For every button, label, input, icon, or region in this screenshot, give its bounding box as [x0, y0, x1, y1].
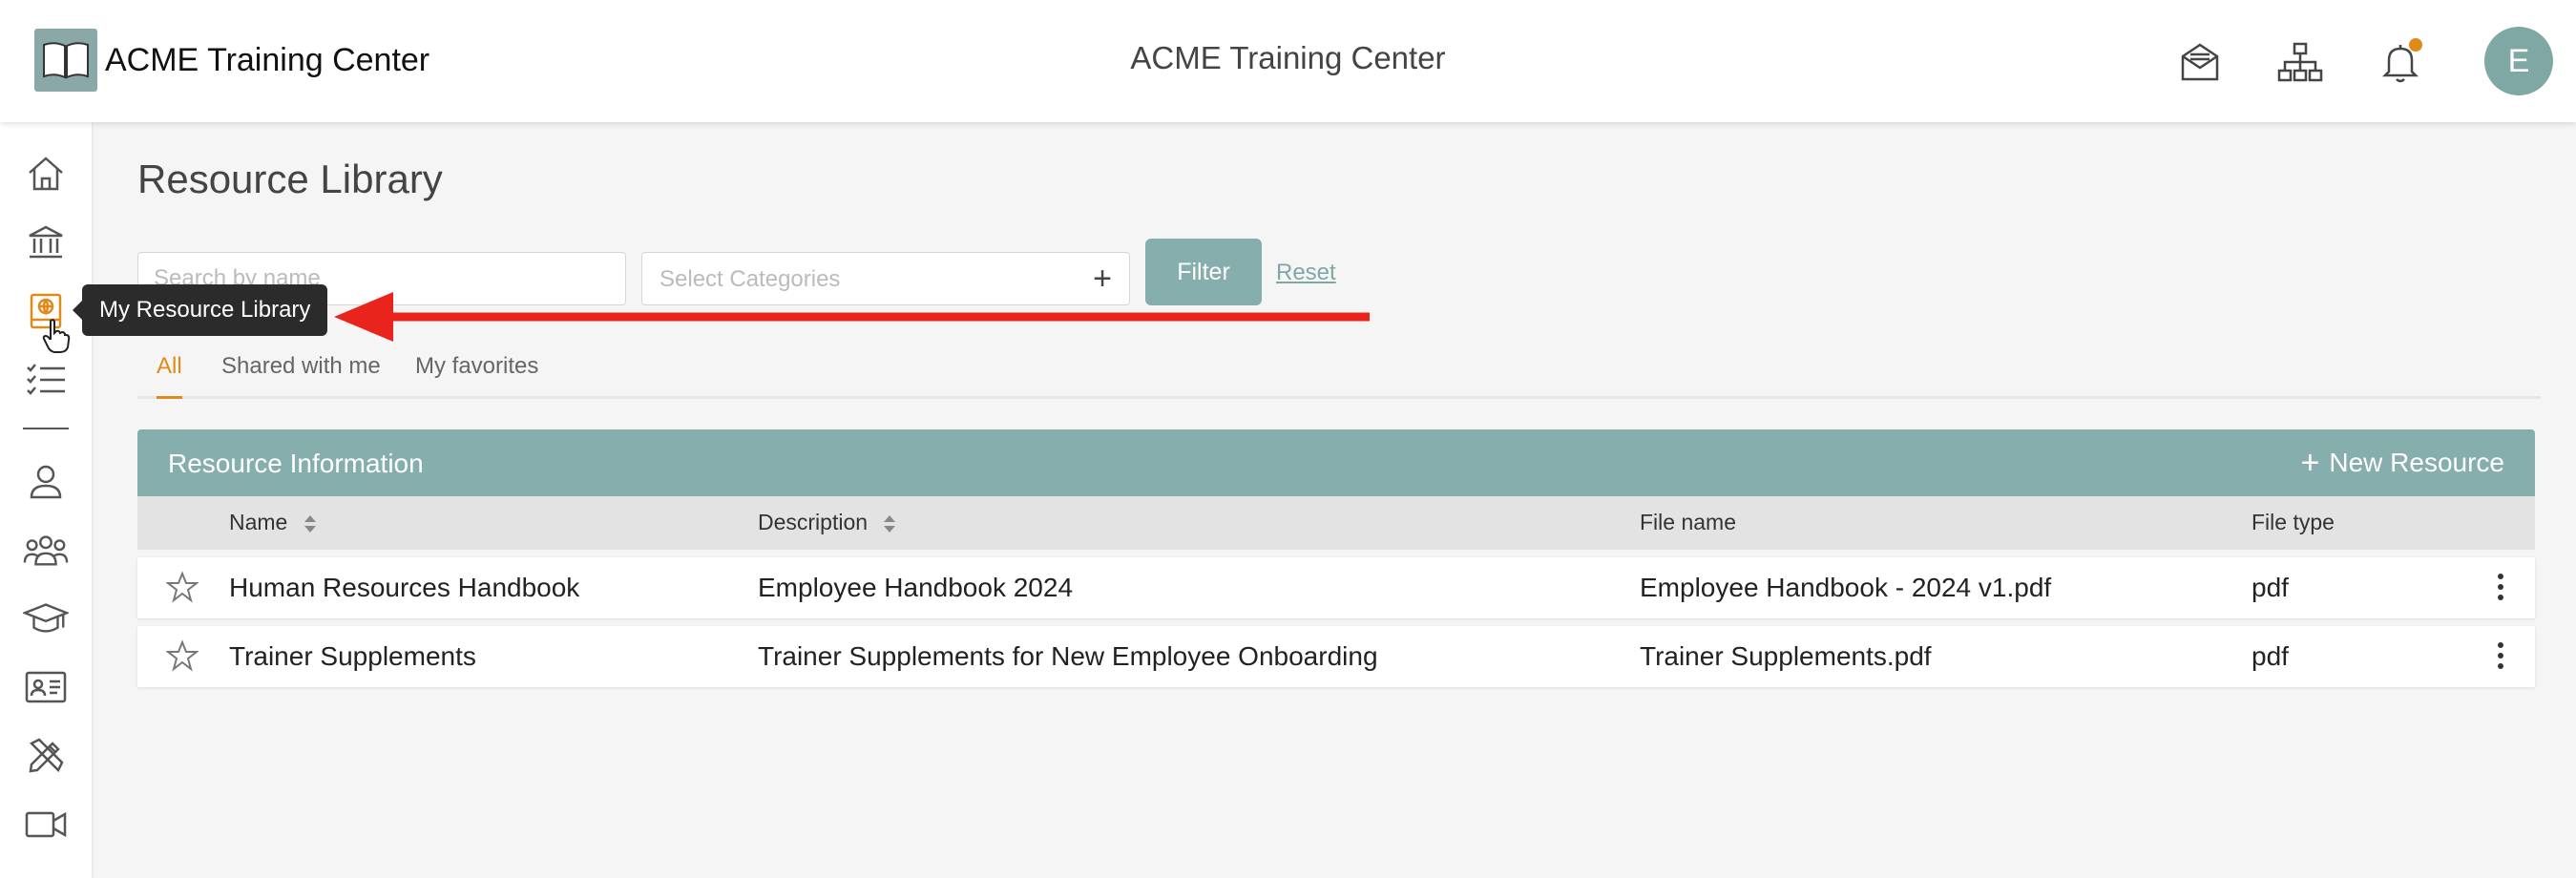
row-name: Trainer Supplements [229, 641, 476, 671]
row-description: Trainer Supplements for New Employee Onb… [758, 641, 1378, 671]
more-options-icon[interactable] [2495, 571, 2506, 603]
row-file-name: Trainer Supplements.pdf [1640, 641, 1932, 671]
row-file-name: Employee Handbook - 2024 v1.pdf [1640, 573, 2052, 602]
table-header: Resource Information + New Resource [137, 429, 2535, 496]
home-icon[interactable] [23, 151, 69, 197]
sidebar-divider [23, 428, 69, 429]
row-name: Human Resources Handbook [229, 573, 580, 602]
table-row[interactable]: Human Resources Handbook Employee Handbo… [137, 557, 2535, 618]
column-headers: Name Description File name File type [137, 496, 2535, 550]
graduation-cap-icon[interactable] [23, 596, 69, 641]
sidebar-tooltip: My Resource Library [72, 284, 328, 336]
star-icon[interactable] [166, 639, 199, 672]
column-file-type: File type [2251, 510, 2335, 534]
top-header: ACME Training Center ACME Training Cente… [0, 0, 2576, 122]
table-title: Resource Information [168, 449, 424, 478]
tab-all[interactable]: All [157, 353, 182, 399]
new-resource-label: New Resource [2329, 448, 2504, 477]
design-tools-icon[interactable] [23, 733, 69, 779]
tab-my-favorites[interactable]: My favorites [415, 353, 538, 399]
institution-icon[interactable] [23, 220, 69, 265]
column-file-name: File name [1640, 510, 1736, 534]
sort-icon [304, 514, 316, 533]
table-row[interactable]: Trainer Supplements Trainer Supplements … [137, 626, 2535, 687]
sort-icon [884, 514, 896, 533]
resource-table: Resource Information + New Resource Name… [137, 429, 2535, 687]
checklist-icon[interactable] [23, 357, 69, 403]
hand-cursor-icon [42, 319, 71, 358]
tab-shared-with-me[interactable]: Shared with me [221, 353, 381, 399]
resource-tabs: All Shared with me My favorites [137, 349, 2541, 399]
row-file-type: pdf [2251, 573, 2289, 602]
sidebar [0, 122, 92, 878]
row-description: Employee Handbook 2024 [758, 573, 1074, 602]
more-options-icon[interactable] [2495, 639, 2506, 672]
id-card-icon[interactable] [23, 664, 69, 710]
column-name-label: Name [229, 510, 288, 534]
org-chart-icon[interactable] [2276, 38, 2324, 86]
star-icon[interactable] [166, 571, 199, 603]
bell-icon[interactable] [2377, 38, 2424, 86]
video-camera-icon[interactable] [23, 802, 69, 847]
users-group-icon[interactable] [23, 527, 69, 573]
column-name[interactable]: Name [229, 510, 317, 535]
plus-icon: + [2300, 445, 2320, 481]
new-resource-button[interactable]: + New Resource [2301, 447, 2505, 479]
page-title: Resource Library [137, 157, 443, 201]
avatar[interactable]: E [2484, 27, 2553, 95]
column-description[interactable]: Description [758, 510, 896, 535]
reset-link[interactable]: Reset [1276, 260, 1336, 286]
mail-open-icon[interactable] [2176, 38, 2224, 86]
annotation-arrow [334, 292, 1370, 342]
column-description-label: Description [758, 510, 869, 534]
notification-dot [2409, 38, 2422, 52]
user-icon[interactable] [23, 458, 69, 504]
categories-placeholder: Select Categories [660, 266, 841, 292]
row-file-type: pdf [2251, 641, 2289, 671]
